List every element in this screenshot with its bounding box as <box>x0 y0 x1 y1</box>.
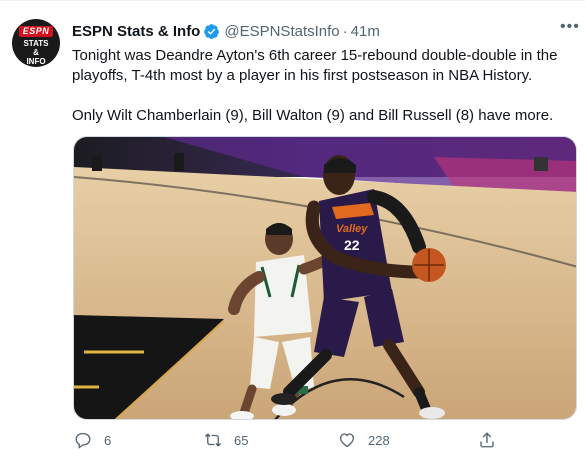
retweet-icon <box>204 433 222 447</box>
more-options-icon[interactable]: ••• <box>560 19 579 39</box>
reply-button[interactable]: 6 <box>74 429 111 451</box>
tweet-photo[interactable]: Valley 22 <box>73 136 577 420</box>
verified-badge-icon <box>204 23 220 39</box>
espn-logo-text: ESPN <box>19 26 53 37</box>
avatar-caption: STATS & INFO <box>23 39 49 66</box>
like-count: 228 <box>368 432 390 448</box>
jersey-team-text: Valley <box>336 223 368 235</box>
timestamp[interactable]: 41m <box>351 23 380 40</box>
heart-icon <box>339 433 355 448</box>
reply-icon <box>75 432 91 449</box>
retweet-count: 65 <box>234 432 249 448</box>
avatar[interactable]: ESPN STATS & INFO <box>12 19 60 67</box>
basketball-photo: Valley 22 <box>74 137 576 419</box>
handle[interactable]: @ESPNStatsInfo <box>224 23 339 40</box>
reply-count: 6 <box>104 432 112 448</box>
tweet-paragraph-2: Only Wilt Chamberlain (9), Bill Walton (… <box>72 107 554 124</box>
share-button[interactable] <box>478 429 496 451</box>
retweet-button[interactable]: 65 <box>204 429 248 451</box>
jersey-number-text: 22 <box>344 237 360 253</box>
tweet-actions: 6 65 228 <box>72 429 512 453</box>
display-name[interactable]: ESPN Stats & Info <box>72 23 200 40</box>
tweet[interactable]: ESPN STATS & INFO ESPN Stats & Info @ESP… <box>0 0 585 458</box>
share-icon <box>480 432 494 448</box>
tweet-header: ESPN Stats & Info @ESPNStatsInfo · 41m <box>72 21 380 41</box>
separator-dot: · <box>342 22 348 40</box>
like-button[interactable]: 228 <box>338 429 390 451</box>
tweet-paragraph-1: Tonight was Deandre Ayton's 6th career 1… <box>72 47 558 84</box>
tweet-text: Tonight was Deandre Ayton's 6th career 1… <box>72 46 572 126</box>
